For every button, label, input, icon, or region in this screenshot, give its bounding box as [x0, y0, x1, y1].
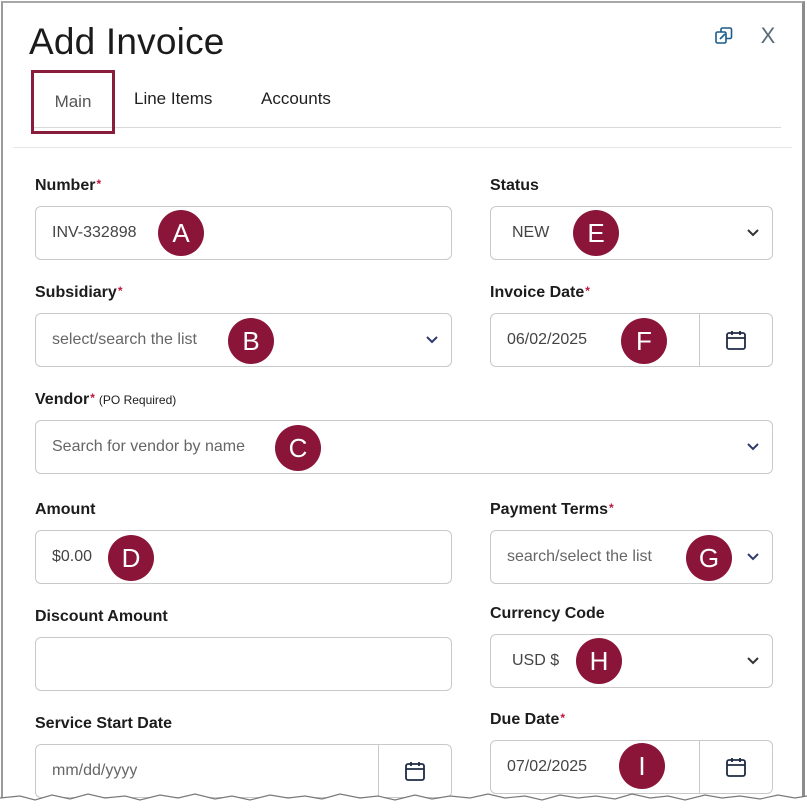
invoice-date-value: 06/02/2025	[507, 331, 588, 348]
invoice-date-calendar-button[interactable]	[699, 313, 773, 367]
chevron-down-icon	[426, 336, 438, 344]
tab-main[interactable]: Main	[31, 70, 115, 134]
popout-icon[interactable]	[713, 25, 735, 47]
marker-f: F	[621, 318, 667, 364]
chevron-down-icon	[747, 443, 759, 451]
marker-c: C	[275, 425, 321, 471]
subsidiary-placeholder: select/search the list	[52, 331, 197, 348]
status-value: NEW	[512, 224, 550, 241]
status-select[interactable]: NEW	[490, 206, 773, 260]
invoice-date-input[interactable]: 06/02/2025	[490, 313, 700, 367]
chevron-down-icon	[747, 657, 759, 665]
vendor-placeholder: Search for vendor by name	[52, 438, 245, 455]
calendar-icon	[726, 331, 746, 350]
marker-i: I	[619, 743, 665, 789]
tab-accounts[interactable]: Accounts	[261, 70, 331, 128]
number-field[interactable]: INV-332898	[35, 206, 452, 260]
currency-code-label: Currency Code	[490, 605, 605, 622]
number-value: INV-332898	[52, 224, 137, 241]
marker-d: D	[108, 535, 154, 581]
calendar-icon	[405, 762, 425, 781]
due-date-label: Due Date*	[490, 711, 566, 728]
discount-amount-label: Discount Amount	[35, 608, 168, 625]
currency-code-select[interactable]: USD $	[490, 634, 773, 688]
marker-h: H	[576, 638, 622, 684]
due-date-value: 07/02/2025	[507, 758, 588, 775]
marker-a: A	[158, 210, 204, 256]
tab-bar: Main Line Items Accounts	[31, 70, 781, 134]
vendor-label: Vendor* (PO Required)	[35, 391, 177, 408]
marker-e: E	[573, 210, 619, 256]
marker-b: B	[228, 318, 274, 364]
payment-terms-label: Payment Terms*	[490, 501, 614, 518]
status-label: Status	[490, 177, 539, 194]
page-title: Add Invoice	[29, 21, 225, 62]
service-start-date-label: Service Start Date	[35, 715, 172, 732]
tab-line-items[interactable]: Line Items	[134, 70, 212, 128]
payment-terms-placeholder: search/select the list	[507, 548, 652, 565]
close-icon: X	[760, 23, 776, 48]
close-button[interactable]: X	[757, 23, 779, 48]
service-start-date-placeholder: mm/dd/yyyy	[52, 762, 138, 779]
number-label: Number*	[35, 177, 102, 194]
chevron-down-icon	[747, 229, 759, 237]
amount-value: $0.00	[52, 548, 93, 565]
calendar-icon	[726, 758, 746, 777]
subsidiary-label: Subsidiary*	[35, 284, 123, 301]
vendor-select[interactable]: Search for vendor by name	[35, 420, 773, 474]
amount-label: Amount	[35, 501, 96, 518]
amount-input[interactable]: $0.00	[35, 530, 452, 584]
discount-amount-input[interactable]	[35, 637, 452, 691]
torn-edge-decoration	[0, 793, 807, 811]
marker-g: G	[686, 535, 732, 581]
invoice-date-label: Invoice Date*	[490, 284, 590, 301]
chevron-down-icon	[747, 553, 759, 561]
header-divider	[13, 147, 792, 148]
add-invoice-modal: Add Invoice X Main Line Items Accounts N…	[1, 1, 805, 809]
currency-code-value: USD $	[512, 652, 560, 669]
